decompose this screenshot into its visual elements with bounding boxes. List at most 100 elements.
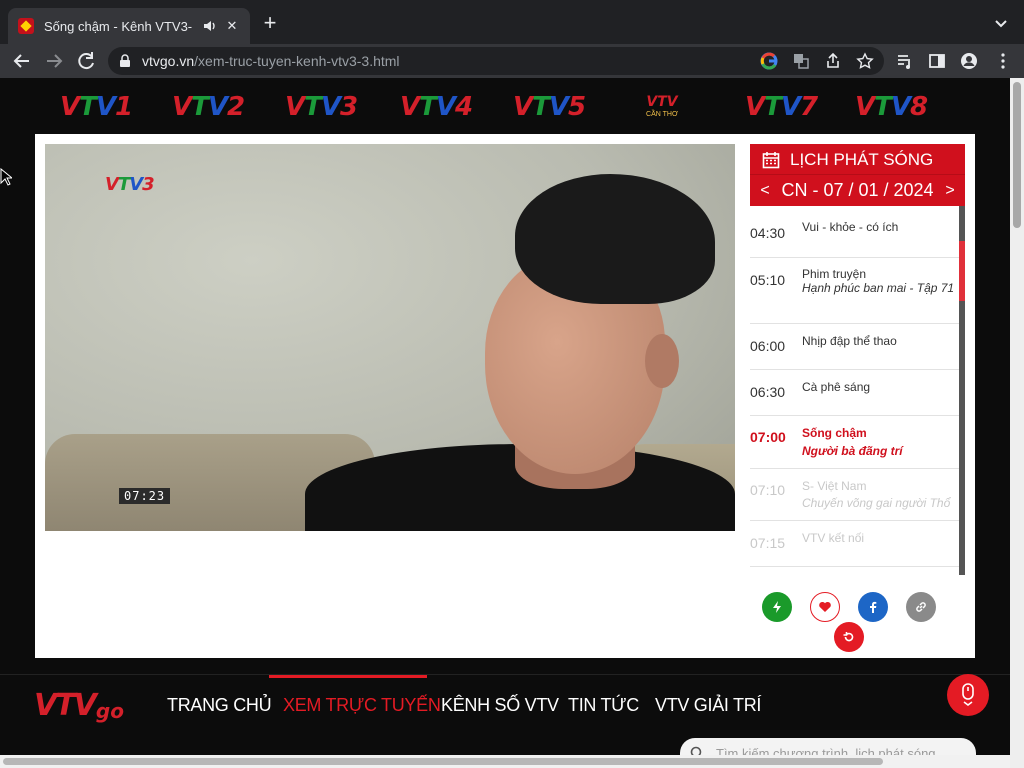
schedule-item-title: Phim truyện bbox=[802, 267, 867, 281]
schedule-item-program: Sống chậm Người bà đãng trí bbox=[802, 426, 958, 458]
schedule-item-time: 05:10 bbox=[750, 272, 786, 288]
prev-day-button[interactable]: < bbox=[758, 182, 772, 200]
video-person-hair bbox=[515, 174, 715, 304]
scroll-mouse-button[interactable] bbox=[947, 674, 989, 716]
chevron-down-icon[interactable] bbox=[992, 14, 1010, 32]
schedule-item-time: 06:30 bbox=[750, 384, 786, 400]
profile-icon[interactable] bbox=[960, 52, 978, 70]
url-domain: vtvgo.vn bbox=[142, 53, 195, 69]
schedule-item-time: 04:30 bbox=[750, 225, 786, 241]
page-horizontal-scrollbar[interactable] bbox=[0, 755, 1010, 768]
schedule-item[interactable]: 07:10 S- Việt Nam Chuyến võng gai người T… bbox=[750, 469, 959, 521]
channel-vtv3[interactable]: VTV3 bbox=[285, 92, 358, 122]
schedule-item-title: Vui - khỏe - có ích bbox=[802, 220, 899, 234]
forward-arrow-icon[interactable] bbox=[42, 49, 66, 73]
close-tab-icon[interactable]: ✕ bbox=[224, 18, 240, 34]
schedule-item-subtitle: Chuyến võng gai người Thổ bbox=[802, 496, 951, 510]
schedule-item[interactable]: 06:00 Nhịp đập thể thao bbox=[750, 324, 959, 370]
address-bar[interactable]: vtvgo.vn/xem-truc-tuyen-kenh-vtv3-3.html bbox=[108, 47, 884, 75]
nav-news[interactable]: TIN TỨC bbox=[568, 695, 639, 716]
kebab-menu-icon[interactable] bbox=[994, 52, 1012, 70]
vtvgo-logo-vtv: VTV bbox=[34, 688, 97, 723]
schedule-scrollbar-thumb[interactable] bbox=[959, 241, 965, 301]
schedule-title-text: LỊCH PHÁT SÓNG bbox=[790, 150, 934, 169]
channel-vtv7[interactable]: VTV7 bbox=[745, 92, 818, 122]
next-day-button[interactable]: > bbox=[943, 182, 957, 200]
refresh-icon bbox=[843, 632, 854, 642]
channel-vtv5[interactable]: VTV5 bbox=[513, 92, 586, 122]
nav-home[interactable]: TRANG CHỦ bbox=[167, 695, 272, 716]
schedule-item[interactable]: 04:30 Vui - khỏe - có ích bbox=[750, 206, 959, 258]
replay-button[interactable] bbox=[834, 622, 864, 652]
link-icon bbox=[916, 602, 926, 612]
page-vertical-scrollbar[interactable] bbox=[1010, 78, 1024, 768]
mouse-icon bbox=[962, 683, 974, 706]
mouse-cursor-icon bbox=[0, 168, 12, 186]
media-queue-icon[interactable] bbox=[896, 52, 914, 70]
lightning-icon bbox=[773, 601, 781, 613]
browser-tab[interactable]: Sống chậm - Kênh VTV3- ✕ bbox=[8, 8, 250, 44]
schedule-item[interactable]: 07:15 VTV kết nối bbox=[750, 521, 959, 567]
favorite-button[interactable] bbox=[810, 592, 840, 622]
channel-vtv1[interactable]: VTV1 bbox=[60, 92, 133, 122]
action-buttons bbox=[760, 590, 950, 652]
google-icon[interactable] bbox=[760, 52, 778, 70]
heart-icon bbox=[819, 601, 831, 612]
nav-digital-channels[interactable]: KÊNH SỐ VTV bbox=[441, 695, 559, 716]
lock-icon[interactable] bbox=[118, 54, 132, 68]
back-arrow-icon[interactable] bbox=[10, 49, 34, 73]
facebook-share-button[interactable] bbox=[858, 592, 888, 622]
flash-button[interactable] bbox=[762, 592, 792, 622]
channel-vtv8[interactable]: VTV8 bbox=[855, 92, 928, 122]
schedule-item[interactable]: 06:30 Cà phê sáng bbox=[750, 370, 959, 416]
browser-toolbar: vtvgo.vn/xem-truc-tuyen-kenh-vtv3-3.html bbox=[0, 44, 1024, 78]
schedule-item-live[interactable]: 07:00 Sống chậm Người bà đãng trí bbox=[750, 416, 959, 469]
page-horizontal-scrollbar-thumb[interactable] bbox=[3, 758, 883, 765]
schedule-item-program: Vui - khỏe - có ích bbox=[802, 220, 958, 235]
video-timestamp: 07:23 bbox=[119, 488, 171, 504]
tab-title: Sống chậm - Kênh VTV3- bbox=[44, 18, 193, 34]
schedule-panel: LỊCH PHÁT SÓNG < CN - 07 / 01 / 2024 > 0… bbox=[750, 144, 965, 575]
nav-entertainment[interactable]: VTV GIẢI TRÍ bbox=[655, 695, 761, 716]
schedule-scrollbar[interactable] bbox=[959, 206, 965, 575]
schedule-list: 04:30 Vui - khỏe - có ích 05:10 Phim tru… bbox=[750, 206, 959, 575]
new-tab-button[interactable]: + bbox=[258, 12, 282, 36]
reload-icon[interactable] bbox=[74, 49, 98, 73]
page-viewport: VTV1 VTV2 VTV3 VTV4 VTV5 VTV CẦN THƠ VTV… bbox=[0, 78, 1010, 768]
bookmark-star-icon[interactable] bbox=[856, 52, 874, 70]
player-panel: VTV3 07:23 LỊCH PHÁT SÓNG < CN - 07 / 01… bbox=[35, 134, 975, 658]
schedule-item-title: Sống chậm bbox=[802, 426, 867, 440]
translate-icon[interactable] bbox=[792, 52, 810, 70]
nav-live[interactable]: XEM TRỰC TUYẾN bbox=[283, 695, 441, 716]
schedule-item-subtitle: Người bà đãng trí bbox=[802, 444, 903, 458]
channel-vtv-can-tho[interactable]: VTV CẦN THƠ bbox=[640, 94, 684, 126]
share-icon[interactable] bbox=[824, 52, 842, 70]
page-vertical-scrollbar-thumb[interactable] bbox=[1013, 82, 1021, 228]
schedule-date-row: < CN - 07 / 01 / 2024 > bbox=[750, 174, 965, 206]
video-player[interactable]: VTV3 07:23 bbox=[45, 144, 735, 531]
schedule-item-title: Nhịp đập thể thao bbox=[802, 334, 897, 348]
channel-vtv-can-tho-logo: VTV bbox=[646, 94, 678, 110]
schedule-title: LỊCH PHÁT SÓNG bbox=[762, 149, 933, 171]
speaker-icon[interactable] bbox=[202, 18, 218, 34]
schedule-item-time: 06:00 bbox=[750, 338, 786, 354]
vtv3-watermark-logo: VTV3 bbox=[105, 174, 155, 195]
vtvgo-logo[interactable]: VTV go bbox=[34, 685, 124, 723]
schedule-item-time: 07:15 bbox=[750, 535, 786, 551]
schedule-item-time: 07:00 bbox=[750, 429, 786, 445]
side-panel-icon[interactable] bbox=[928, 52, 946, 70]
schedule-item-title: S- Việt Nam bbox=[802, 479, 867, 493]
channel-vtv-can-tho-label: CẦN THƠ bbox=[646, 111, 678, 118]
channel-vtv2[interactable]: VTV2 bbox=[172, 92, 245, 122]
schedule-item-program: S- Việt Nam Chuyến võng gai người Thổ bbox=[802, 479, 958, 510]
schedule-item-program: Cà phê sáng bbox=[802, 380, 958, 395]
schedule-header: LỊCH PHÁT SÓNG < CN - 07 / 01 / 2024 > bbox=[750, 144, 965, 206]
schedule-item-time: 07:10 bbox=[750, 482, 786, 498]
copy-link-button[interactable] bbox=[906, 592, 936, 622]
active-nav-indicator bbox=[269, 675, 427, 678]
channel-vtv4[interactable]: VTV4 bbox=[400, 92, 473, 122]
url-text: vtvgo.vn/xem-truc-tuyen-kenh-vtv3-3.html bbox=[142, 53, 400, 69]
schedule-item-program: Phim truyện Hạnh phúc ban mai - Tập 71 bbox=[802, 267, 958, 295]
browser-tab-bar: Sống chậm - Kênh VTV3- ✕ + bbox=[0, 0, 1024, 44]
schedule-item[interactable]: 05:10 Phim truyện Hạnh phúc ban mai - Tập… bbox=[750, 258, 959, 324]
